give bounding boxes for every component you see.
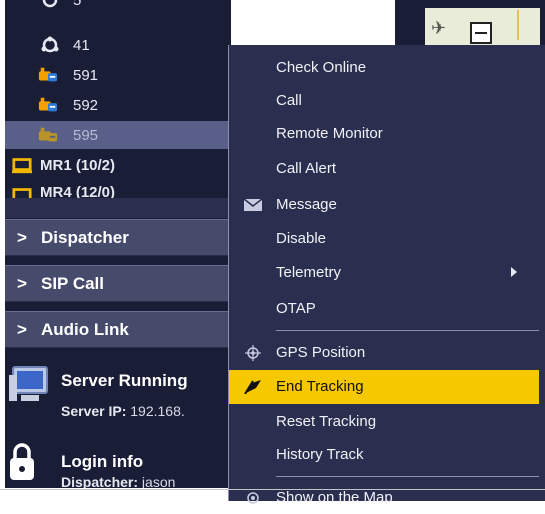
radio-unit-icon xyxy=(38,97,58,112)
tree-item-label: MR4 (12/0) xyxy=(40,184,116,198)
menu-item-label: GPS Position xyxy=(276,344,366,361)
menu-item-end-tracking[interactable]: End Tracking xyxy=(229,370,539,404)
menu-item-call-alert[interactable]: Call Alert xyxy=(229,153,539,185)
menu-item-label: Show on the Map xyxy=(276,489,393,506)
tree-item-group[interactable]: MR4 (12/0) xyxy=(5,178,231,198)
menu-item-remote-monitor[interactable]: Remote Monitor xyxy=(229,118,539,150)
group-folder-icon xyxy=(12,188,32,198)
menu-item-label: Telemetry xyxy=(276,264,342,281)
server-ip-label: Server IP: xyxy=(61,403,127,419)
section-label: SIP Call xyxy=(41,273,104,293)
tree-item-label: 591 xyxy=(73,66,99,84)
eye-icon xyxy=(247,492,259,504)
login-info-title: Login info xyxy=(61,452,144,471)
dispatcher-label: Dispatcher: xyxy=(61,474,139,488)
menu-item-label: Disable xyxy=(276,230,327,247)
menu-item-message[interactable]: Message xyxy=(229,189,539,221)
menu-item-label: Check Online xyxy=(276,59,367,76)
tree-item[interactable]: 592 xyxy=(5,91,231,119)
tree-item-label: MR1 (10/2) xyxy=(40,156,116,174)
submenu-arrow-icon xyxy=(511,267,517,277)
menu-item-label: Message xyxy=(276,196,337,213)
tree-item-group[interactable]: MR1 (10/2) xyxy=(5,151,231,179)
menu-item-label: OTAP xyxy=(276,300,316,317)
server-ip: Server IP: 192.168. xyxy=(61,403,185,419)
menu-item-label: History Track xyxy=(276,446,364,463)
login-info: Login info Dispatcher: jason xyxy=(5,438,231,488)
section-sip-call[interactable]: > SIP Call xyxy=(5,265,231,302)
computer-monitor-icon xyxy=(9,366,48,401)
left-panel: 5 41 591 592 595 MR1 (10/2) MR4 (12/0) >… xyxy=(5,0,231,488)
tree-item[interactable]: 5 xyxy=(5,0,231,14)
tree-item-label: 41 xyxy=(73,36,90,54)
envelope-icon xyxy=(243,198,263,211)
menu-item-telemetry[interactable]: Telemetry xyxy=(229,257,539,289)
tree-item-label: 5 xyxy=(73,0,82,9)
menu-item-check-online[interactable]: Check Online xyxy=(229,52,539,84)
dispatcher-info: Dispatcher: jason xyxy=(61,474,175,488)
tree-item-label: 595 xyxy=(73,126,99,144)
server-status: Server Running Server IP: 192.168. xyxy=(5,356,231,436)
chevron-right-icon: > xyxy=(17,274,27,293)
server-status-title: Server Running xyxy=(61,371,188,390)
tree-item[interactable]: 41 xyxy=(5,31,231,59)
menu-item-history-track[interactable]: History Track xyxy=(229,439,539,471)
menu-item-label: Reset Tracking xyxy=(276,413,377,430)
dispatcher-value: jason xyxy=(141,474,176,488)
radio-unit-icon xyxy=(38,127,58,142)
section-label: Audio Link xyxy=(41,319,129,339)
menu-item-label: Call xyxy=(276,92,302,109)
server-ip-value: 192.168. xyxy=(130,403,185,419)
context-menu: Check Online Call Remote Monitor Call Al… xyxy=(228,45,545,506)
menu-item-gps-position[interactable]: GPS Position xyxy=(229,337,539,369)
menu-item-label: Call Alert xyxy=(276,160,337,177)
menu-item-otap[interactable]: OTAP xyxy=(229,293,539,325)
map-zoom-out-button[interactable] xyxy=(470,22,492,44)
user-group-icon xyxy=(41,36,59,53)
radio-unit-icon xyxy=(38,67,58,82)
tree-bottom-divider xyxy=(5,198,231,218)
menu-item-call[interactable]: Call xyxy=(229,85,539,117)
user-group-icon xyxy=(42,0,58,8)
menu-separator xyxy=(276,330,539,331)
menu-item-reset-tracking[interactable]: Reset Tracking xyxy=(229,406,539,438)
road-line xyxy=(517,10,519,40)
window-bottom-border xyxy=(0,489,545,490)
flag-icon xyxy=(244,380,261,394)
group-folder-icon xyxy=(12,158,32,174)
app-window: ✈ 5 41 591 592 595 MR1 (10/2) MR4 (12/0)… xyxy=(0,0,545,506)
menu-item-label: Remote Monitor xyxy=(276,125,383,142)
section-label: Dispatcher xyxy=(41,227,129,247)
menu-item-label: End Tracking xyxy=(276,378,364,395)
chevron-right-icon: > xyxy=(17,320,27,339)
tree-item-label: 592 xyxy=(73,96,99,114)
menu-separator xyxy=(276,476,539,477)
crosshair-icon xyxy=(245,345,261,361)
menu-item-disable[interactable]: Disable xyxy=(229,223,539,255)
airplane-icon: ✈ xyxy=(431,18,447,38)
tree-item-selected[interactable]: 595 xyxy=(5,121,231,149)
section-audio-link[interactable]: > Audio Link xyxy=(5,311,231,348)
lock-icon xyxy=(10,443,34,480)
chevron-right-icon: > xyxy=(17,228,27,247)
menu-item-show-on-map[interactable]: Show on the Map xyxy=(229,482,539,514)
tree-item[interactable]: 591 xyxy=(5,61,231,89)
section-dispatcher[interactable]: > Dispatcher xyxy=(5,219,231,256)
